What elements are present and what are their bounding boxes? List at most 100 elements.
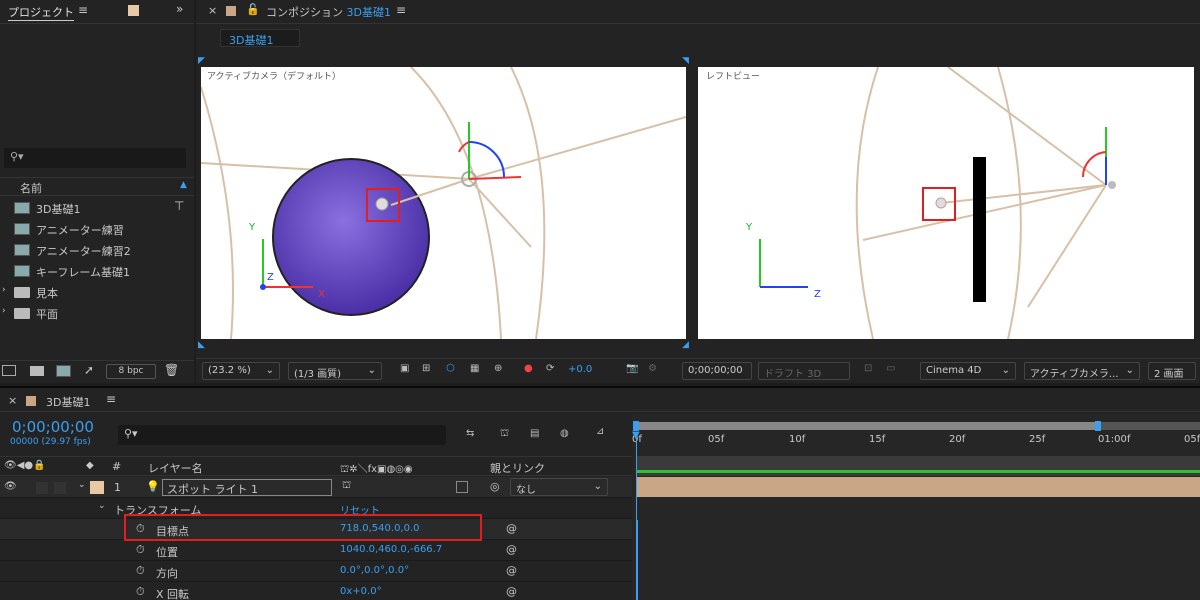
project-tab[interactable]: プロジェクト <box>8 4 74 21</box>
property-row[interactable]: ⏱ 方向 0.0°,0.0°,0.0° @ <box>0 561 632 582</box>
render-queue-icon[interactable]: ➚ <box>84 363 94 377</box>
exposure-value[interactable]: +0.0 <box>568 364 592 375</box>
project-item-label: アニメーター練習2 <box>36 245 131 258</box>
interpret-footage-icon[interactable] <box>2 365 16 376</box>
gizmo-rotation-arc <box>1081 151 1107 178</box>
playhead-line[interactable] <box>636 432 637 600</box>
comp-flowchart-icon[interactable]: ⇆ <box>466 428 474 439</box>
resolution-dropdown[interactable]: (1/3 画質) ⌄ <box>288 362 382 380</box>
stopwatch-icon[interactable]: ⏱ <box>136 543 145 557</box>
close-icon[interactable]: × <box>8 394 17 407</box>
chevron-right-icon[interactable]: › <box>2 285 6 295</box>
project-folder[interactable]: › 平面 <box>0 303 194 324</box>
stopwatch-icon[interactable]: ⏱ <box>136 585 145 599</box>
menu-icon[interactable]: ≡ <box>106 392 116 406</box>
current-timecode[interactable]: 0;00;00;00 <box>12 418 94 436</box>
color-management-icon[interactable]: ⟳ <box>546 363 554 374</box>
camera-view-dropdown[interactable]: アクティブカメラ... ⌄ <box>1024 362 1140 380</box>
shy-switch-icon[interactable]: ⛫ <box>342 480 351 493</box>
shy-layers-icon[interactable]: ⛫ <box>500 428 509 441</box>
chevron-down-icon[interactable]: ⌄ <box>78 480 86 490</box>
timeline-search-input[interactable]: ⚲▾ <box>118 425 446 445</box>
playhead-handle-icon[interactable]: ▼ <box>632 430 640 441</box>
property-row[interactable]: ⏱ X 回転 0x+0.0° @ <box>0 582 632 600</box>
menu-icon[interactable]: ≡ <box>396 3 406 17</box>
show-snapshot-icon[interactable]: ⚙ <box>648 363 657 374</box>
project-item[interactable]: アニメーター練習 <box>0 219 194 240</box>
pickwhip-icon[interactable]: ◎ <box>490 480 500 493</box>
mask-visibility-icon[interactable]: ⬡ <box>446 363 455 374</box>
bpc-button[interactable]: 8 bpc <box>106 364 156 379</box>
active-camera-view[interactable]: アクティブカメラ（デフォルト） Y Z X <box>201 67 686 339</box>
search-input[interactable]: ⚲▾ <box>4 148 186 168</box>
draft-3d-button[interactable]: ドラフト 3D <box>758 362 850 380</box>
guides-icon[interactable]: ⊕ <box>494 363 502 374</box>
light-cone-line <box>468 116 686 180</box>
lock-toggle[interactable] <box>54 482 66 494</box>
composition-icon <box>14 202 30 214</box>
parent-dropdown[interactable]: なし ⌄ <box>510 478 608 496</box>
composition-subtab[interactable]: 3D基礎1 <box>220 29 300 47</box>
color-label-icon <box>128 5 139 16</box>
snapshot-icon[interactable]: 📷 <box>626 363 638 374</box>
parent-column-header[interactable]: 親とリンク <box>490 460 545 476</box>
lock-icon[interactable]: 🔓 <box>246 3 260 16</box>
layer-row[interactable]: 👁 ⌄ 1 💡 スポット ライト 1 ⛫ ◎ なし ⌄ <box>0 477 632 498</box>
renderer-dropdown[interactable]: Cinema 4D ⌄ <box>920 362 1016 380</box>
work-area-range[interactable] <box>636 422 1098 430</box>
expand-icon[interactable]: » <box>176 2 183 16</box>
timeline-tab[interactable]: 3D基礎1 <box>46 394 90 410</box>
flowchart-icon[interactable]: ⊤ <box>174 199 184 213</box>
property-value[interactable]: 1040.0,460.0,-666.7 <box>340 544 442 555</box>
work-area-end-handle[interactable] <box>1095 421 1101 431</box>
property-value[interactable]: 0x+0.0° <box>340 586 382 597</box>
motion-blur-icon[interactable]: ◍ <box>560 428 569 439</box>
close-icon[interactable]: × <box>208 4 217 17</box>
name-column-header[interactable]: 名前 <box>20 180 42 196</box>
light-cone-line <box>1027 184 1107 308</box>
chevron-right-icon[interactable]: › <box>2 306 6 316</box>
expression-icon[interactable]: @ <box>506 543 517 556</box>
stopwatch-icon[interactable]: ⏱ <box>136 564 145 578</box>
current-time-field[interactable]: 0;00;00;00 <box>682 362 752 380</box>
zoom-dropdown[interactable]: (23.2 %) ⌄ <box>202 362 280 380</box>
ground-plane-icon[interactable]: ⊡ <box>864 363 872 374</box>
property-row[interactable]: ⏱ 位置 1040.0,460.0,-666.7 @ <box>0 540 632 561</box>
extended-viewer-icon[interactable]: ▭ <box>886 363 895 374</box>
graph-editor-icon[interactable]: ⊿ <box>596 426 604 437</box>
menu-icon[interactable]: ≡ <box>78 3 88 17</box>
expression-icon[interactable]: @ <box>506 585 517 598</box>
work-area-bar[interactable] <box>633 421 1200 431</box>
toggle-3d-view-icon[interactable]: ▦ <box>470 363 479 374</box>
new-composition-icon[interactable] <box>56 365 71 377</box>
frame-blending-icon[interactable]: ▤ <box>530 428 539 439</box>
view-layout-dropdown[interactable]: 2 画面 <box>1148 362 1196 380</box>
trash-icon[interactable]: 🗑 <box>164 363 179 377</box>
time-ruler[interactable]: 0f 05f 10f 15f 20f 25f 01:00f 05f <box>632 432 1200 454</box>
project-item[interactable]: 3D基礎1 ⊤ <box>0 198 194 219</box>
visibility-icon[interactable]: 👁 <box>4 481 17 492</box>
layer-name-field[interactable]: スポット ライト 1 <box>162 479 332 496</box>
solo-toggle[interactable] <box>36 482 48 494</box>
layer-color-label[interactable] <box>90 481 104 494</box>
search-icon: ⚲▾ <box>124 427 138 440</box>
expression-icon[interactable]: @ <box>506 522 517 535</box>
layer-duration-bar[interactable] <box>636 477 1200 497</box>
transparency-grid-icon[interactable]: ⊞ <box>422 363 430 374</box>
composition-tab[interactable]: コンポジション 3D基礎1 <box>266 4 391 20</box>
project-item[interactable]: アニメーター練習2 <box>0 240 194 261</box>
chevron-down-icon[interactable]: ⌄ <box>98 501 106 511</box>
project-item[interactable]: キーフレーム基礎1 <box>0 261 194 282</box>
sort-asc-icon[interactable]: ▲ <box>180 180 187 190</box>
property-value[interactable]: 0.0°,0.0°,0.0° <box>340 565 409 576</box>
new-folder-icon[interactable] <box>30 366 44 376</box>
gizmo-rotation-arc <box>468 141 505 178</box>
time-graph[interactable]: 0f 05f 10f 15f 20f 25f 01:00f 05f ▼ <box>632 414 1200 600</box>
expression-icon[interactable]: @ <box>506 564 517 577</box>
layer-name-column-header[interactable]: レイヤー名 <box>148 460 203 476</box>
region-of-interest-icon[interactable]: ▣ <box>400 363 409 374</box>
project-folder[interactable]: › 見本 <box>0 282 194 303</box>
channel-icon[interactable]: ● <box>524 363 533 374</box>
3d-layer-switch[interactable] <box>456 481 468 493</box>
project-tab-bar: プロジェクト ≡ » <box>0 0 194 24</box>
